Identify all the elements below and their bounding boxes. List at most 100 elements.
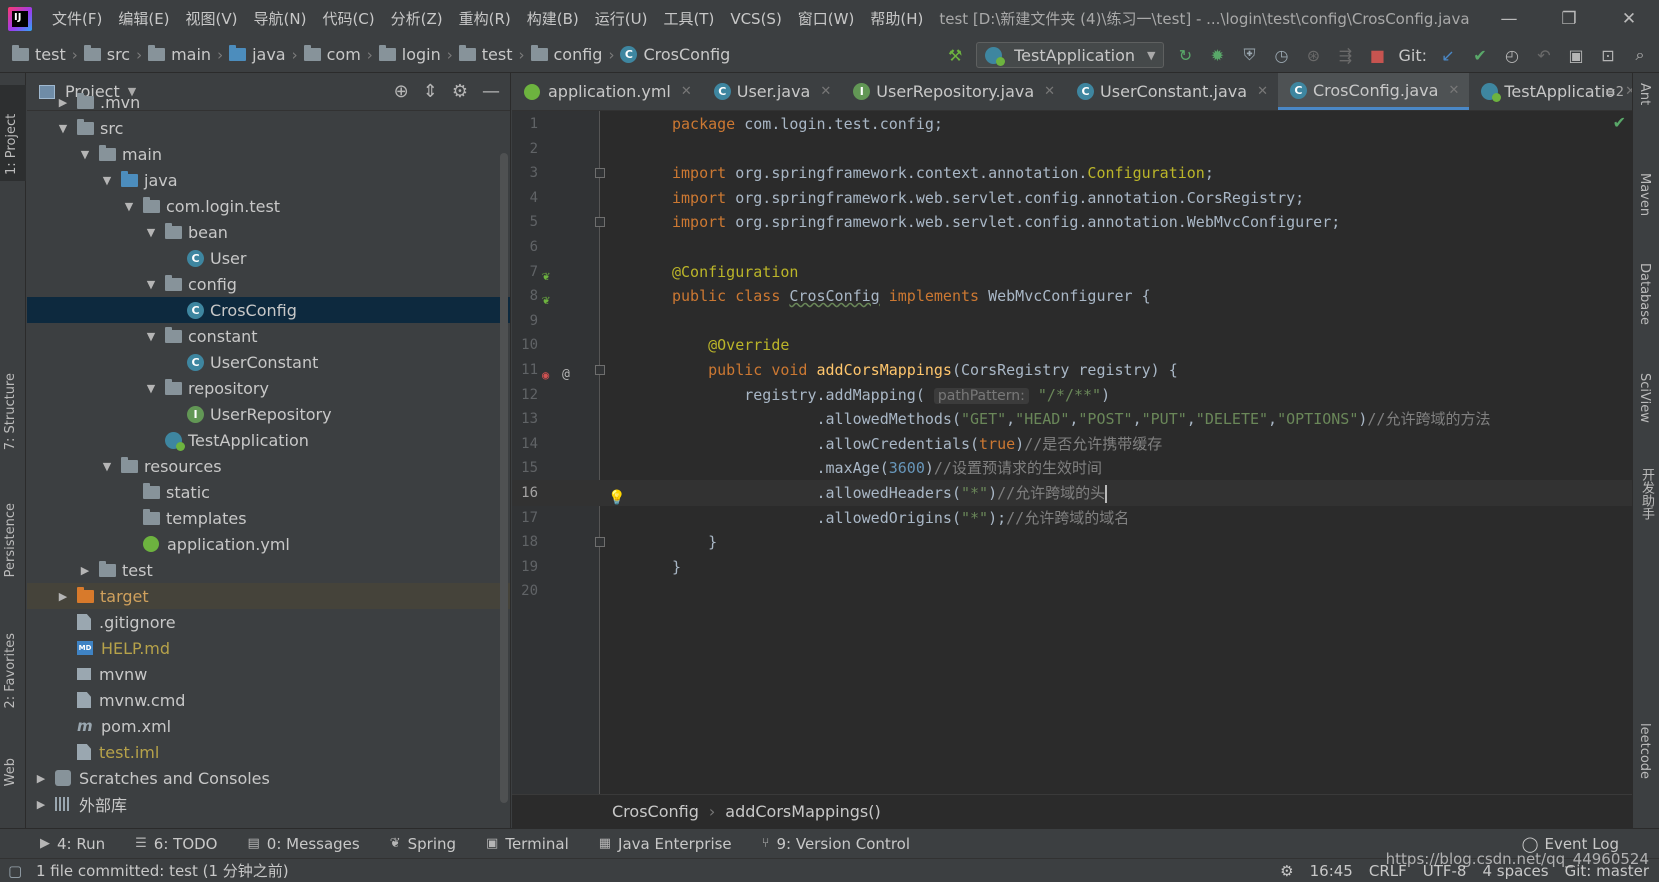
tree-item[interactable]: ▼ com.login.test — [27, 193, 510, 219]
code-text[interactable]: @Override — [672, 332, 789, 358]
code-line[interactable]: 8 ❦ public class CrosConfig implements Web… — [512, 283, 1632, 309]
crumb-config[interactable]: config › — [530, 45, 621, 64]
tool-tab-database[interactable]: Database — [1637, 263, 1652, 325]
expanded-arrow-icon[interactable]: ▼ — [121, 200, 137, 213]
code-text[interactable]: .allowedOrigins("*");//允许跨域的域名 — [672, 505, 1129, 531]
line-number[interactable]: 8 — [512, 283, 538, 309]
line-number[interactable]: 4 — [512, 185, 538, 211]
code-text[interactable]: .allowedHeaders("*")//允许跨域的头 — [672, 480, 1108, 506]
tree-item[interactable]: static — [27, 479, 510, 505]
tool-tab-structure[interactable]: 7: Structure — [3, 373, 18, 450]
line-number[interactable]: 13 — [512, 406, 538, 432]
code-line[interactable]: 5 import org.springframework.web.servlet.… — [512, 209, 1632, 235]
at-annotation-gutter-icon[interactable]: @ — [562, 362, 577, 382]
bottom-tool-tab[interactable]: ❦ Spring — [390, 835, 456, 853]
rerun-icon[interactable]: ↻ — [1174, 44, 1196, 66]
line-number[interactable]: 12 — [512, 382, 538, 408]
step-over-icon[interactable]: ⇶ — [1334, 44, 1356, 66]
menu-navigate[interactable]: 导航(N) — [246, 8, 315, 29]
tree-item[interactable]: ▶ .mvn — [27, 89, 510, 115]
code-text[interactable]: import org.springframework.web.servlet.c… — [672, 185, 1304, 211]
line-number[interactable]: 10 — [512, 332, 538, 358]
tree-item[interactable]: ▼ repository — [27, 375, 510, 401]
git-commit-icon[interactable]: ✔ — [1469, 44, 1491, 66]
code-line[interactable]: 18 } — [512, 529, 1632, 555]
code-line[interactable]: 20 — [512, 578, 1632, 604]
menu-vcs[interactable]: VCS(S) — [722, 10, 789, 28]
restore-button[interactable]: ❐ — [1539, 0, 1599, 37]
code-text[interactable]: registry.addMapping( pathPattern: "/*/**… — [672, 382, 1110, 409]
status-message[interactable]: 1 file committed: test (1 分钟之前) — [36, 860, 289, 881]
line-number[interactable]: 3 — [512, 160, 538, 186]
menu-window[interactable]: 窗口(W) — [790, 8, 863, 29]
code-editor[interactable]: 1 package com.login.test.config; 2 3 import … — [512, 111, 1632, 794]
bottom-tool-tab[interactable]: ▦ Java Enterprise — [599, 835, 732, 853]
line-number[interactable]: 17 — [512, 505, 538, 531]
tree-item[interactable]: I UserRepository — [27, 401, 510, 427]
crumb-class[interactable]: CrosConfig — [612, 802, 699, 821]
tree-item[interactable]: mvnw — [27, 661, 510, 687]
code-line[interactable]: 16 💡 .allowedHeaders("*")//允许跨域的头 — [512, 480, 1632, 506]
expanded-arrow-icon[interactable]: ▼ — [143, 226, 159, 239]
toggle-tool-windows-icon[interactable]: ▢ — [8, 862, 22, 880]
code-line[interactable]: 2 — [512, 136, 1632, 162]
menu-run[interactable]: 运行(U) — [587, 8, 656, 29]
line-number[interactable]: 11 — [512, 357, 538, 383]
crumb-test-pkg[interactable]: test › — [458, 45, 531, 64]
project-structure-icon[interactable]: ▣ — [1565, 44, 1587, 66]
expanded-arrow-icon[interactable]: ▼ — [55, 122, 71, 135]
expanded-arrow-icon[interactable]: ▼ — [99, 460, 115, 473]
tree-item[interactable]: ▼ java — [27, 167, 510, 193]
line-number[interactable]: 1 — [512, 111, 538, 137]
show-hidden-tabs-button[interactable]: ≡2 — [1597, 73, 1632, 111]
tool-tab-project[interactable]: 1: Project — [0, 85, 26, 181]
close-tab-icon[interactable]: ✕ — [1448, 83, 1459, 98]
code-line[interactable]: 13 .allowedMethods("GET","HEAD","POST","… — [512, 406, 1632, 432]
code-line[interactable]: 3 import org.springframework.context.anno… — [512, 160, 1632, 186]
fold-marker-icon[interactable] — [595, 365, 605, 375]
line-number[interactable]: 14 — [512, 431, 538, 457]
tree-item[interactable]: ▶ 外部库 — [27, 791, 510, 817]
close-tab-icon[interactable]: ✕ — [1044, 84, 1055, 99]
tree-item[interactable]: TestApplication — [27, 427, 510, 453]
fold-marker-icon[interactable] — [595, 217, 605, 228]
close-window-button[interactable]: ✕ — [1599, 0, 1659, 37]
collapsed-arrow-icon[interactable]: ▶ — [77, 564, 93, 577]
code-text[interactable]: .allowCredentials(true)//是否允许携带缓存 — [672, 431, 1162, 457]
crumb-main[interactable]: main › — [148, 45, 229, 64]
menu-analyze[interactable]: 分析(Z) — [383, 8, 451, 29]
code-line[interactable]: 6 — [512, 234, 1632, 260]
line-number[interactable]: 18 — [512, 529, 538, 555]
menu-edit[interactable]: 编辑(E) — [110, 8, 177, 29]
implements-gutter-icon[interactable]: ◉ — [542, 362, 557, 382]
line-number[interactable]: 9 — [512, 308, 538, 334]
tree-item[interactable]: ▼ constant — [27, 323, 510, 349]
bottom-tool-tab[interactable]: ▤ 0: Messages — [248, 835, 360, 853]
git-rollback-icon[interactable]: ↶ — [1533, 44, 1555, 66]
attach-debugger-icon[interactable]: ⊛ — [1302, 44, 1324, 66]
bottom-tool-tab[interactable]: ▣ Terminal — [486, 835, 569, 853]
tool-tab-favorites[interactable]: 2: Favorites — [3, 633, 18, 709]
code-line[interactable]: 14 .allowCredentials(true)//是否允许携带缓存 — [512, 431, 1632, 457]
tree-item[interactable]: test.iml — [27, 739, 510, 765]
tool-tab-dev-helper[interactable]: 开发助手 — [1637, 468, 1656, 520]
crumb-test[interactable]: test › — [12, 45, 84, 64]
expanded-arrow-icon[interactable]: ▼ — [77, 148, 93, 161]
spring-bean-gutter-icon[interactable]: ❦ — [542, 288, 557, 308]
tool-tab-sciview[interactable]: SciView — [1637, 373, 1652, 423]
tree-item[interactable]: C CrosConfig — [27, 297, 510, 323]
expanded-arrow-icon[interactable]: ▼ — [143, 330, 159, 343]
lightbulb-icon[interactable]: 💡 — [608, 485, 625, 506]
tree-item[interactable]: ▼ bean — [27, 219, 510, 245]
tree-item[interactable]: ▼ src — [27, 115, 510, 141]
tool-tab-ant[interactable]: Ant — [1637, 83, 1652, 105]
bottom-tool-tab[interactable]: ▶ 4: Run — [40, 835, 105, 853]
editor-tab[interactable]: I UserRepository.java ✕ — [841, 73, 1065, 110]
bottom-tool-tab[interactable]: ⑂ 9: Version Control — [762, 835, 910, 853]
code-line[interactable]: 1 package com.login.test.config; — [512, 111, 1632, 137]
tree-item[interactable]: mvnw.cmd — [27, 687, 510, 713]
line-number[interactable]: 19 — [512, 554, 538, 580]
crumb-com[interactable]: com › — [303, 45, 379, 64]
build-hammer-icon[interactable]: ⚒ — [944, 44, 966, 66]
expanded-arrow-icon[interactable]: ▼ — [143, 382, 159, 395]
